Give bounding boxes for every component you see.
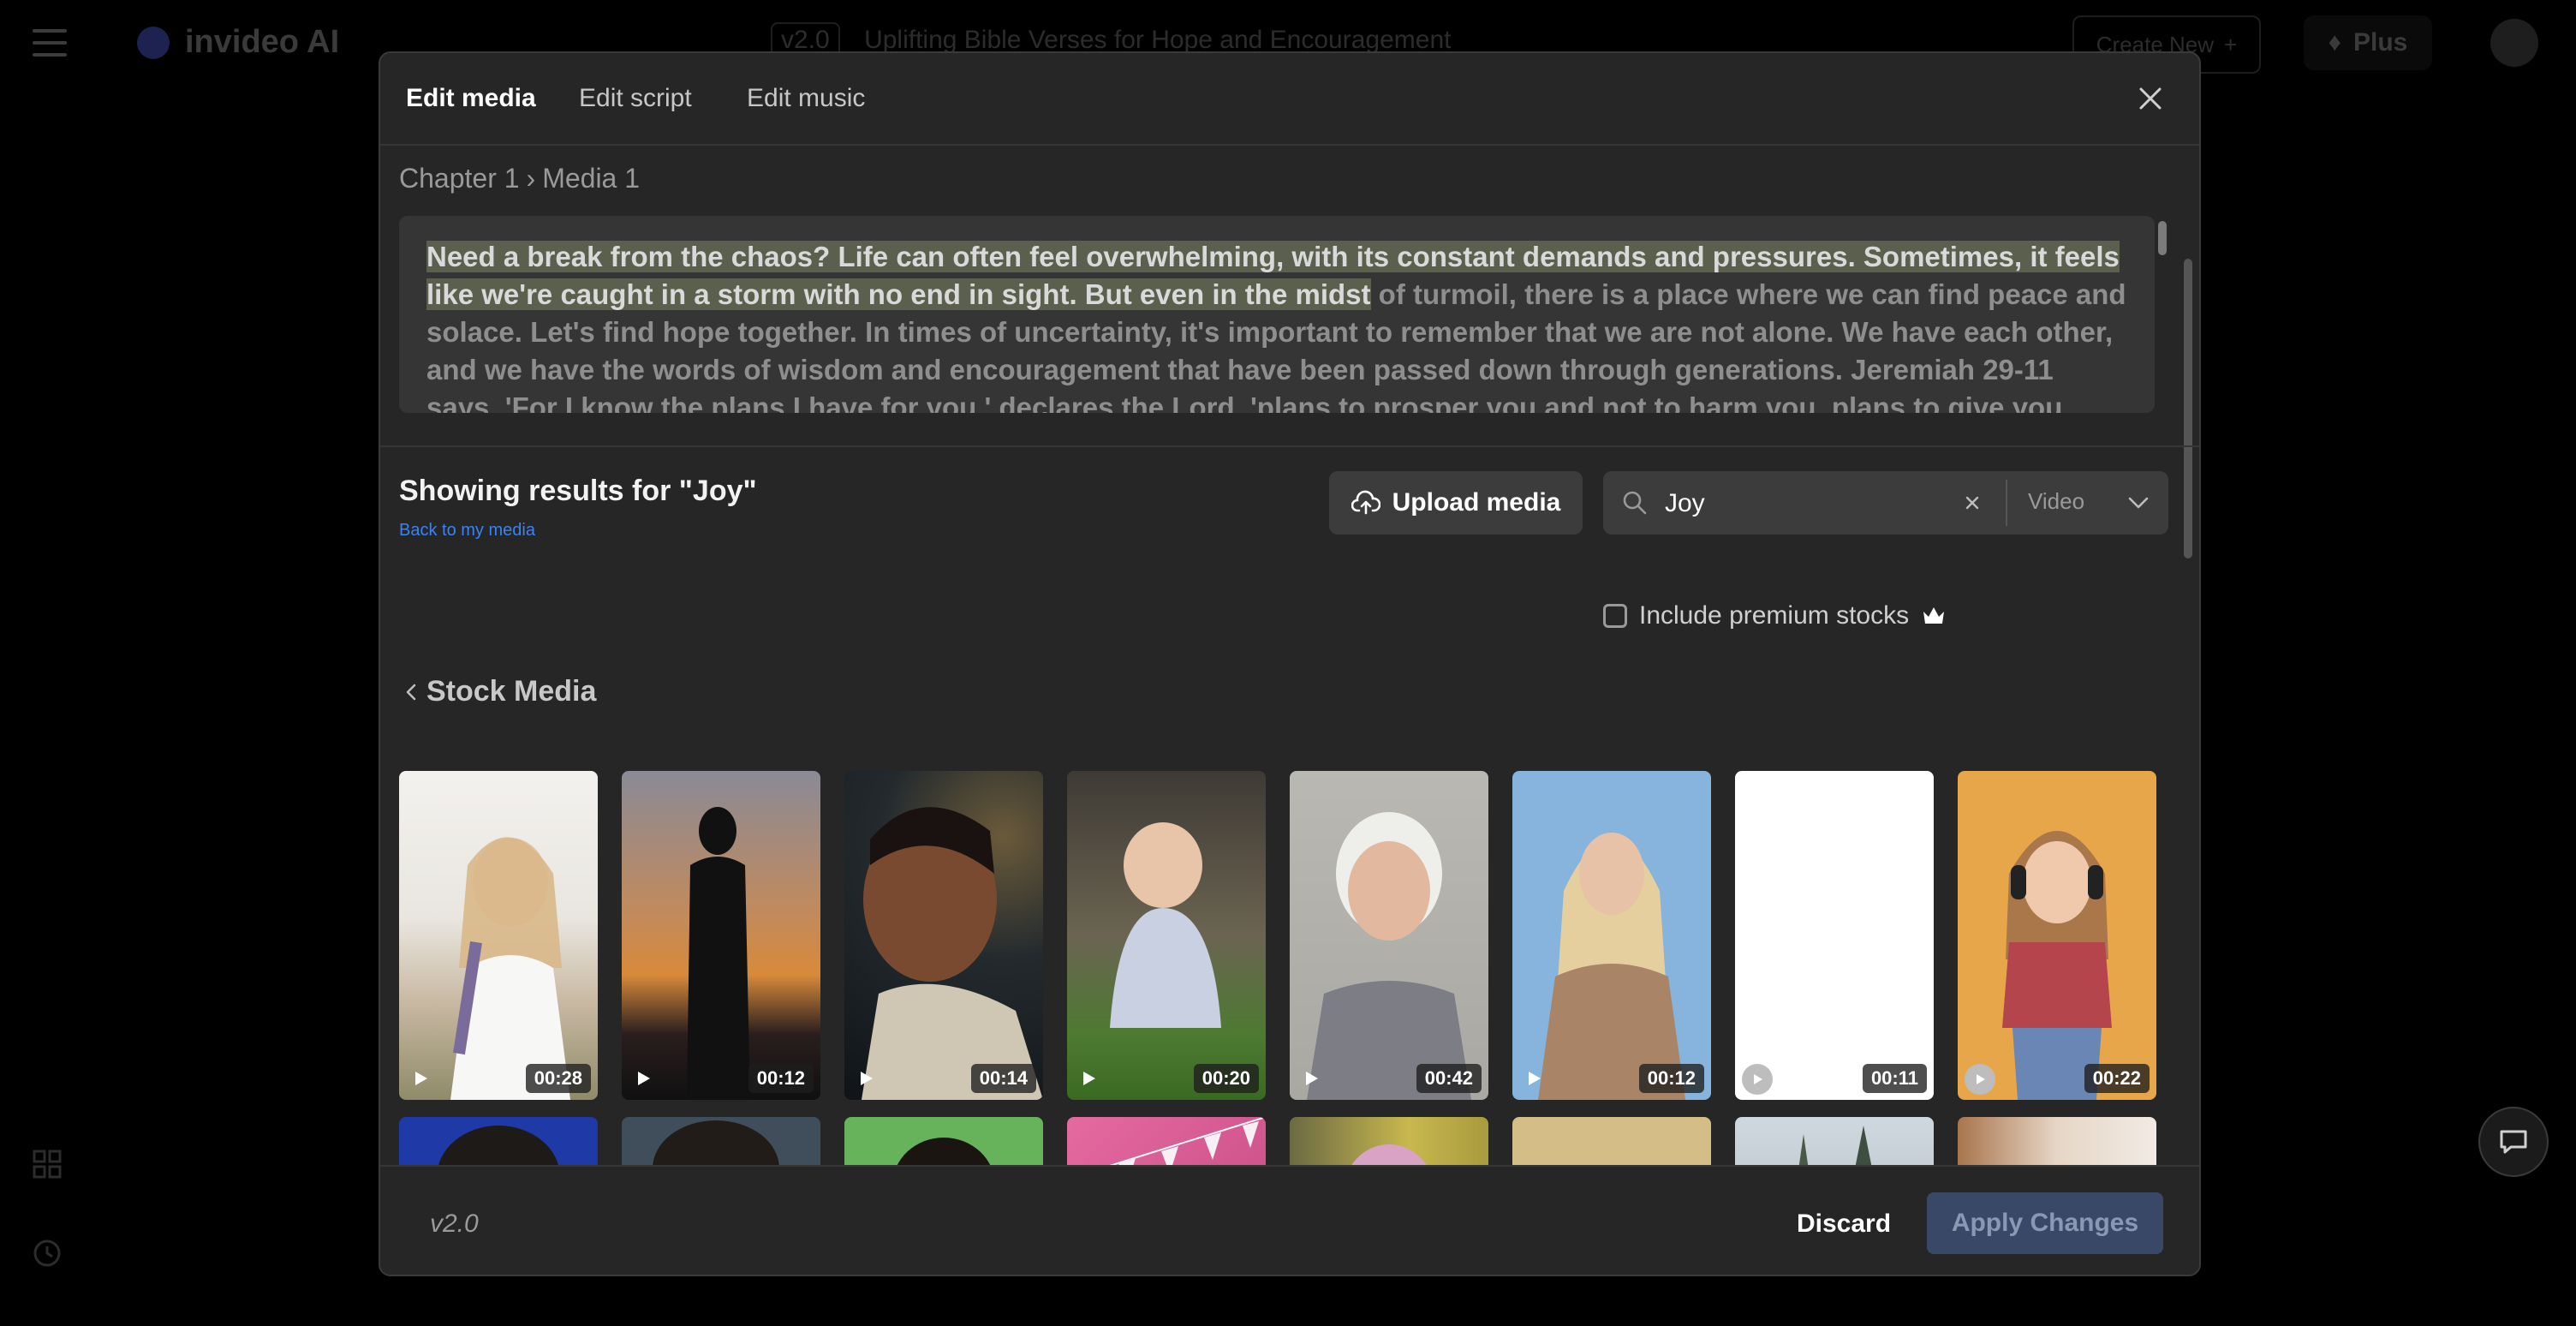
stock-thumbnail[interactable]: 00:28 — [399, 771, 598, 1100]
play-icon — [638, 1072, 650, 1085]
play-icon — [1529, 1072, 1541, 1085]
script-scrollbar[interactable] — [2158, 221, 2167, 255]
stock-thumbnail[interactable] — [1958, 1117, 2156, 1167]
chat-support-button[interactable] — [2478, 1107, 2549, 1177]
breadcrumb: Chapter 1 › Media 1 — [399, 163, 640, 194]
woman-green-screen-image — [896, 1138, 992, 1167]
logo-text: invideo AI — [185, 24, 340, 60]
upload-media-button[interactable]: Upload media — [1329, 471, 1583, 535]
chevron-down-icon[interactable] — [2127, 493, 2150, 512]
stock-thumbnail[interactable] — [1290, 1117, 1488, 1167]
breadcrumb-separator-icon: › — [526, 163, 536, 194]
plus-plan-button[interactable]: ♦ Plus — [2304, 15, 2432, 70]
silhouette-sunset-image — [687, 807, 750, 1100]
stock-thumbnail[interactable] — [844, 1117, 1043, 1167]
stock-thumbnail[interactable] — [1067, 1117, 1266, 1167]
stock-media-grid: 00:28 00:12 00:14 00:20 00:42 00:12 00:1… — [399, 718, 2163, 1167]
breadcrumb-chapter[interactable]: Chapter 1 — [399, 163, 520, 194]
edit-media-modal: Edit media Edit script Edit music Chapte… — [379, 51, 2201, 1276]
divider — [380, 445, 2199, 447]
upload-media-label: Upload media — [1392, 488, 1561, 517]
thumbnail-duration: 00:11 — [1862, 1064, 1927, 1093]
apply-changes-button[interactable]: Apply Changes — [1927, 1192, 2163, 1254]
logo-mark-icon — [137, 26, 170, 59]
thumbnail-duration: 00:22 — [2084, 1064, 2150, 1093]
play-icon — [1965, 1064, 1995, 1095]
baby-grass-image — [1110, 822, 1221, 1028]
discard-button[interactable]: Discard — [1797, 1210, 1891, 1239]
app-logo[interactable]: invideo AI — [137, 24, 339, 61]
crown-icon — [1923, 607, 1945, 624]
modal-scrollbar[interactable] — [2184, 259, 2192, 558]
thumbnail-duration: 00:14 — [970, 1064, 1036, 1093]
stock-thumbnail[interactable]: 00:22 — [1958, 771, 2156, 1100]
modal-footer: v2.0 Discard Apply Changes — [380, 1165, 2199, 1275]
man-curly-hair-image — [653, 1120, 779, 1167]
premium-stocks-checkbox[interactable] — [1603, 604, 1627, 628]
footer-version: v2.0 — [430, 1210, 479, 1238]
plus-icon: + — [2224, 31, 2238, 57]
thumbnail-duration: 00:42 — [1416, 1064, 1482, 1093]
media-type-select[interactable]: Video — [2028, 488, 2084, 515]
play-icon — [1083, 1072, 1095, 1085]
search-input[interactable] — [1663, 483, 1923, 524]
results-title: Showing results for "Joy" — [399, 475, 757, 507]
cloud-upload-icon — [1351, 490, 1380, 515]
stock-thumbnail[interactable]: 00:12 — [1512, 771, 1711, 1100]
modal-header: Edit media Edit script Edit music — [380, 53, 2199, 146]
stock-thumbnail[interactable] — [622, 1117, 820, 1167]
woman-portrait-image — [2046, 1163, 2075, 1167]
premium-stocks-option: Include premium stocks — [1603, 601, 1947, 630]
project-title: v2.0 Uplifting Bible Verses for Hope and… — [771, 22, 1452, 57]
stock-thumbnail[interactable]: 00:11 — [1735, 771, 1934, 1100]
tab-edit-script[interactable]: Edit script — [579, 84, 692, 113]
history-icon[interactable] — [33, 1239, 62, 1268]
play-icon — [861, 1072, 873, 1085]
chevron-left-icon — [406, 684, 416, 700]
user-avatar[interactable] — [2490, 19, 2538, 67]
back-to-my-media-link[interactable]: Back to my media — [399, 521, 535, 541]
chat-icon — [2500, 1130, 2527, 1154]
older-woman-image — [1307, 812, 1471, 1100]
premium-stocks-label[interactable]: Include premium stocks — [1639, 601, 1909, 630]
stock-thumbnail[interactable]: 00:20 — [1067, 771, 1266, 1100]
tab-edit-media[interactable]: Edit media — [406, 84, 536, 113]
thumbnail-duration: 00:12 — [748, 1064, 814, 1093]
girl-headphones-image — [2002, 831, 2112, 1100]
stock-thumbnail[interactable] — [1512, 1117, 1711, 1167]
play-icon — [1742, 1064, 1773, 1095]
stock-thumbnail[interactable] — [399, 1117, 598, 1167]
stock-media-label: Stock Media — [426, 675, 597, 708]
stock-thumbnail[interactable]: 00:42 — [1290, 771, 1488, 1100]
clear-search-icon[interactable] — [1961, 492, 1983, 514]
play-icon — [1306, 1072, 1318, 1085]
stock-search-bar: Video — [1603, 471, 2168, 535]
thumbnail-duration: 00:12 — [1638, 1064, 1704, 1093]
woman-lavender-image — [450, 837, 570, 1100]
thumbnail-duration: 00:28 — [525, 1064, 591, 1093]
script-text-box[interactable]: Need a break from the chaos? Life can of… — [399, 216, 2155, 413]
stock-thumbnail[interactable]: 00:14 — [844, 771, 1043, 1100]
project-title-text: Uplifting Bible Verses for Hope and Enco… — [864, 26, 1452, 54]
party-bunting-image — [1104, 1117, 1266, 1167]
plus-plan-label: Plus — [2352, 28, 2408, 57]
menu-icon[interactable] — [33, 29, 67, 57]
tab-edit-music[interactable]: Edit music — [747, 84, 865, 113]
stock-thumbnail[interactable] — [1735, 1117, 1934, 1167]
pink-hair-woman-image — [1350, 1144, 1428, 1167]
trees-image — [1798, 1126, 1872, 1167]
search-icon — [1623, 491, 1647, 515]
thumbnail-duration: 00:20 — [1193, 1064, 1259, 1093]
dashboard-icon[interactable] — [33, 1150, 62, 1179]
search-separator — [2006, 480, 2007, 526]
man-curly-hair-image — [438, 1126, 559, 1167]
play-icon — [415, 1072, 427, 1085]
stock-thumbnail[interactable]: 00:12 — [622, 771, 820, 1100]
diamond-icon: ♦ — [2328, 28, 2341, 57]
breadcrumb-media: Media 1 — [542, 163, 641, 194]
stock-media-heading[interactable]: Stock Media — [404, 675, 596, 708]
blonde-woman-image — [1538, 833, 1685, 1100]
smiling-woman-image — [862, 807, 1043, 1100]
close-icon[interactable] — [2136, 84, 2165, 113]
